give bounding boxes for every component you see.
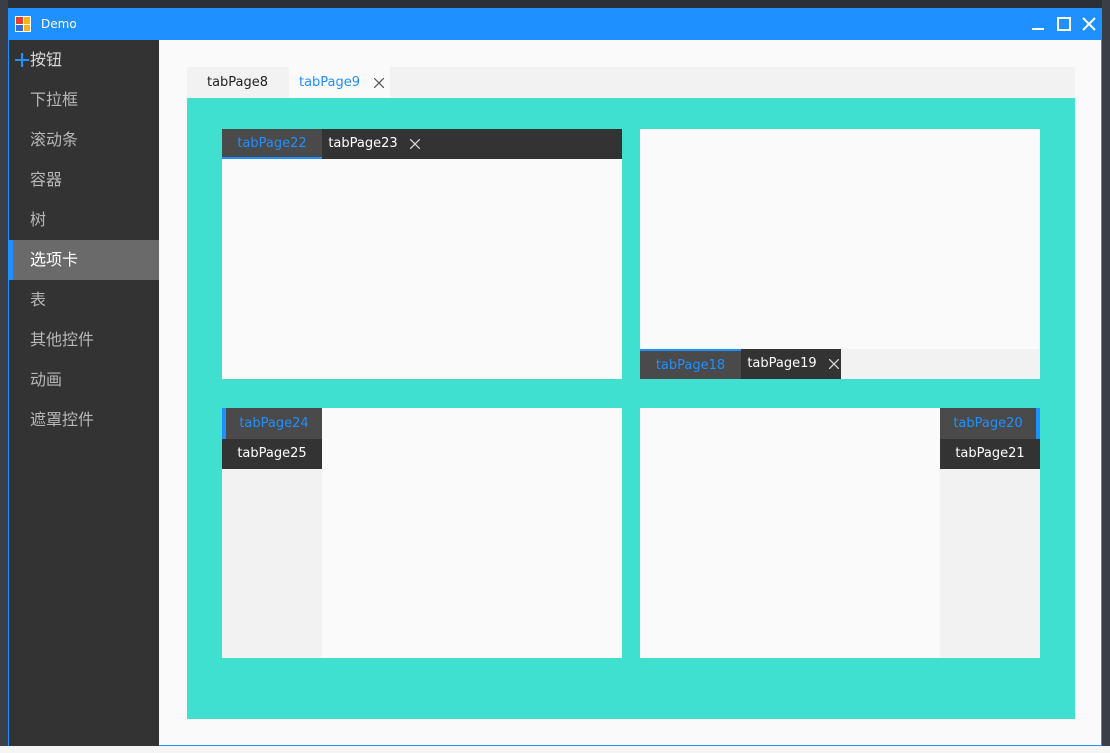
minimize-button[interactable] (1026, 12, 1050, 36)
close-icon (1082, 17, 1096, 31)
sidebar-item-other-controls[interactable]: 其他控件 (9, 320, 159, 360)
close-button[interactable] (1077, 12, 1101, 36)
tab-page25[interactable]: tabPage25 (222, 439, 322, 469)
sidebar-item-tree[interactable]: 树 (9, 200, 159, 240)
sidebar-item-label: 动画 (30, 370, 63, 389)
sidebar-item-label: 滚动条 (30, 130, 79, 149)
sidebar-item-label: 表 (30, 290, 47, 309)
sidebar-item-button[interactable]: 按钮 (9, 40, 159, 80)
maximize-icon (1057, 17, 1071, 31)
app-window: Demo 按钮 下拉框 滚动条 容器 树 选项卡 表 其他控件 动画 遮罩控件 … (8, 8, 1102, 746)
tab-page22[interactable]: tabPage22 (222, 129, 322, 159)
tab-page21[interactable]: tabPage21 (940, 439, 1040, 469)
tab-page8[interactable]: tabPage8 (187, 67, 288, 98)
app-icon (15, 16, 31, 32)
sidebar-item-label: 下拉框 (30, 90, 79, 109)
sidebar-item-label: 其他控件 (30, 330, 95, 349)
tab-page18[interactable]: tabPage18 (640, 349, 741, 379)
desktop-background-bottom (0, 746, 1110, 753)
tab-label: tabPage8 (206, 75, 269, 90)
sidebar-item-animation[interactable]: 动画 (9, 360, 159, 400)
tab-close-icon[interactable] (829, 359, 839, 369)
tab-label: tabPage18 (655, 358, 726, 373)
sidebar-item-dropdown[interactable]: 下拉框 (9, 80, 159, 120)
window-title: Demo (41, 17, 77, 31)
sidebar-item-label: 树 (30, 210, 47, 229)
main-tab-strip: tabPage8 tabPage9 (187, 67, 1075, 98)
maximize-button[interactable] (1052, 12, 1076, 36)
tab-control-left: tabPage24 tabPage25 (222, 408, 622, 658)
tab-control-bottom: tabPage18 tabPage19 (640, 129, 1040, 379)
tab-page23[interactable]: tabPage23 (322, 129, 422, 159)
tab-close-icon[interactable] (410, 139, 420, 149)
desktop-background-right (1102, 0, 1110, 753)
title-bar[interactable]: Demo (9, 9, 1101, 40)
tab-page20[interactable]: tabPage20 (940, 408, 1040, 439)
tab-label: tabPage23 (328, 136, 398, 151)
sidebar-item-label: 容器 (30, 170, 63, 189)
sidebar-item-mask-control[interactable]: 遮罩控件 (9, 400, 159, 440)
minimize-icon (1032, 28, 1044, 30)
tab-label: tabPage19 (747, 356, 817, 371)
tab-page19[interactable]: tabPage19 (741, 349, 841, 379)
tab-page9[interactable]: tabPage9 (289, 67, 390, 98)
tab-close-icon[interactable] (374, 78, 384, 88)
sidebar-item-table[interactable]: 表 (9, 280, 159, 320)
tab-control-right: tabPage20 tabPage21 (640, 408, 1040, 658)
sidebar-item-label: 按钮 (30, 50, 63, 69)
tab-label: tabPage24 (239, 416, 309, 431)
sidebar-item-container[interactable]: 容器 (9, 160, 159, 200)
tab-label: tabPage20 (953, 416, 1023, 431)
tab-label: tabPage9 (298, 75, 361, 90)
sidebar: 按钮 下拉框 滚动条 容器 树 选项卡 表 其他控件 动画 遮罩控件 (9, 40, 159, 746)
tab-page-content: tabPage22 tabPage23 tabPage18 tabPage19 … (187, 98, 1075, 719)
tab-label: tabPage22 (237, 136, 307, 151)
sidebar-item-scrollbar[interactable]: 滚动条 (9, 120, 159, 160)
plus-icon (15, 53, 29, 67)
tab-label: tabPage21 (955, 446, 1025, 461)
sidebar-item-label: 遮罩控件 (30, 410, 95, 429)
tab-page24[interactable]: tabPage24 (222, 408, 322, 439)
desktop-background (0, 0, 8, 753)
tab-control-top: tabPage22 tabPage23 (222, 129, 622, 379)
tab-label: tabPage25 (237, 446, 307, 461)
sidebar-item-label: 选项卡 (30, 250, 79, 269)
sidebar-item-tabs[interactable]: 选项卡 (9, 240, 159, 280)
